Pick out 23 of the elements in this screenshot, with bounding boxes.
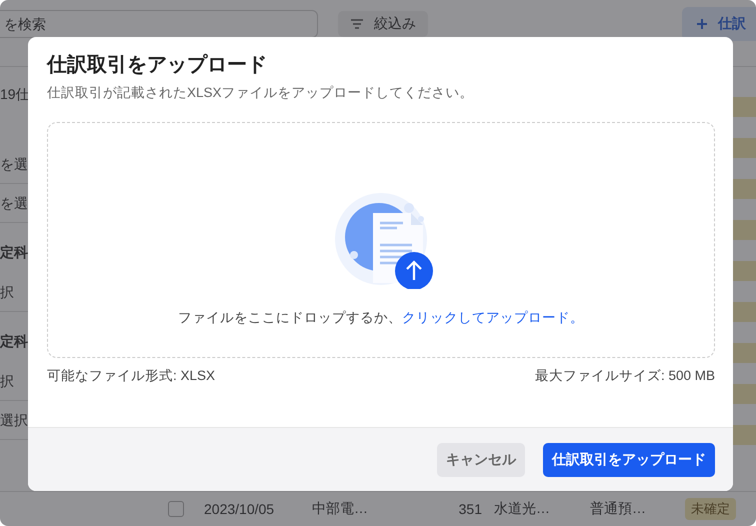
amount-cell-text: 351 <box>458 501 482 517</box>
row-checkbox[interactable] <box>168 501 184 517</box>
account-cell-text: 水道光… <box>494 500 551 518</box>
dialog-subtitle: 仕訳取引が記載されたXLSXファイルをアップロードしてください。 <box>47 84 475 102</box>
cancel-button[interactable]: キャンセル <box>437 442 525 476</box>
click-to-upload-link[interactable]: クリックしてアップロード。 <box>402 310 584 325</box>
plus-icon <box>696 18 708 30</box>
dialog-title: 仕訳取引をアップロード <box>47 52 268 78</box>
status-badge: 未確定 <box>685 498 736 520</box>
max-file-size: 最大ファイルサイズ: 500 MB <box>534 367 715 385</box>
partner-cell-text: 中部電… <box>312 500 369 518</box>
drop-instructions: ファイルをここにドロップするか、クリックしてアップロード。 <box>178 309 584 327</box>
filter-heading: 定科 <box>0 332 28 350</box>
upload-button[interactable]: 仕訳取引をアップロード <box>543 442 715 476</box>
result-count: 19仕 <box>0 85 30 103</box>
search-field[interactable]: を検索 <box>0 10 318 38</box>
payment-cell-text: 普通預… <box>590 500 647 518</box>
filter-heading: 定科 <box>0 243 28 261</box>
filter-icon <box>350 18 364 30</box>
date-cell-text: 2023/10/05 <box>204 501 276 517</box>
drop-zone[interactable]: ファイルをここにドロップするか、クリックしてアップロード。 <box>47 122 715 358</box>
filter-button[interactable]: 絞込み <box>338 11 428 37</box>
accepted-formats: 可能なファイル形式: XLSX <box>47 367 216 385</box>
